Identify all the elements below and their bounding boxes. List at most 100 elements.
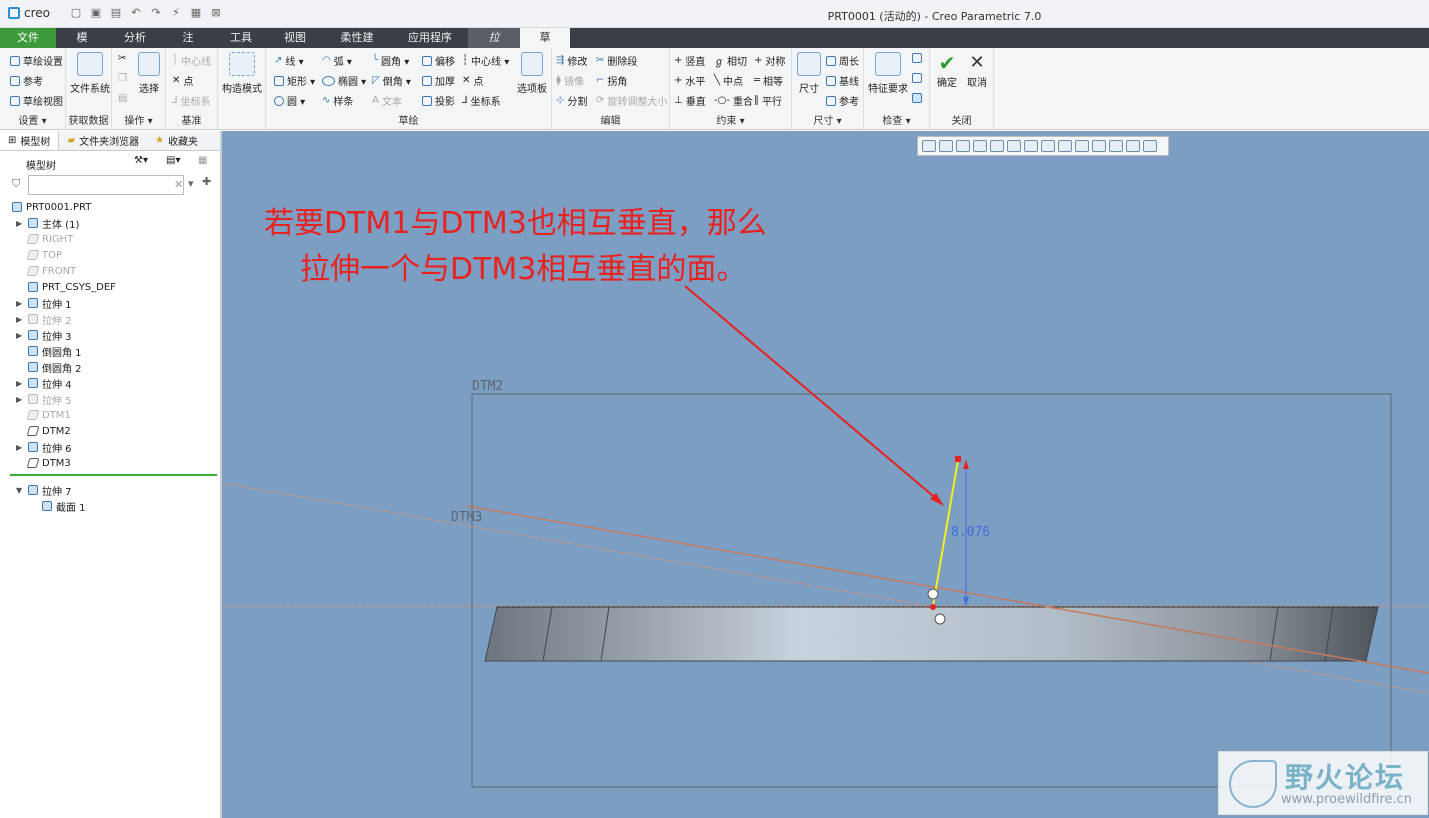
sketch-view-button[interactable]: 草绘视图 (10, 93, 63, 108)
zoom-out-icon[interactable] (956, 140, 970, 152)
parallel-button[interactable]: ∥ 平行 (754, 93, 782, 108)
construction-mode-button[interactable]: 构造模式 (220, 52, 264, 95)
tree-settings-icon[interactable]: ⚒▾ (134, 155, 148, 166)
startpoint-marker[interactable] (930, 604, 936, 610)
tree-item[interactable]: DTM1 (16, 408, 71, 422)
sketch-csys-button[interactable]: ⅃ 坐标系 (462, 93, 501, 108)
palette-button[interactable]: 选项板 (514, 52, 550, 95)
perimeter-button[interactable]: 周长 (826, 53, 859, 68)
offset-button[interactable]: 偏移 (422, 53, 455, 68)
corner-button[interactable]: ⌐ 拐角 (596, 73, 627, 88)
sketch-setup-button[interactable]: 草绘设置 (10, 53, 63, 68)
expand-arrow-icon[interactable]: ▶ (16, 379, 24, 388)
tree-item[interactable]: PRT_CSYS_DEF (16, 280, 116, 294)
extruded-body[interactable] (484, 606, 1379, 662)
tangent-button[interactable]: ℊ 相切 (714, 53, 747, 68)
tab-analysis[interactable]: 分析 (108, 28, 162, 48)
baseline-button[interactable]: 基线 (826, 73, 859, 88)
chamfer-button[interactable]: ◸ 倒角 ▾ (372, 73, 411, 88)
tab-tools[interactable]: 工具 (214, 28, 268, 48)
tab-folder-browser[interactable]: ▰ 文件夹浏览器 (59, 131, 147, 150)
constraint-symbol-icon[interactable] (927, 588, 939, 600)
spin-center-icon[interactable] (1058, 140, 1072, 152)
datum-display-icon[interactable] (1041, 140, 1055, 152)
coincident-button[interactable]: -○- 重合 (714, 93, 753, 108)
tab-flexible-modeling[interactable]: 柔性建模 (322, 28, 392, 64)
group-label-constrain[interactable]: 约束 ▾ (670, 112, 791, 127)
tab-favorites[interactable]: ★ 收藏夹 (147, 131, 206, 150)
tree-item[interactable]: DTM2 (16, 424, 71, 438)
tree-item[interactable]: 倒圆角 1 (16, 344, 82, 359)
display-style-icon[interactable] (990, 140, 1004, 152)
dimension-display-icon[interactable] (1126, 140, 1140, 152)
group-label-inspect[interactable]: 检查 ▾ (864, 112, 929, 127)
thicken-button[interactable]: 加厚 (422, 73, 455, 88)
tree-item[interactable]: ▶ 拉伸 5 (16, 392, 72, 407)
arc-button[interactable]: ◠ 弧 ▾ (322, 53, 352, 68)
dtm2-label[interactable]: DTM2 (472, 379, 503, 394)
tab-view[interactable]: 视图 (268, 28, 322, 48)
overlapping-geometry-icon[interactable] (912, 53, 922, 63)
expand-arrow-icon[interactable]: ▶ (16, 331, 24, 340)
expand-arrow-icon[interactable]: ▼ (16, 486, 24, 495)
references-button[interactable]: 参考 (10, 73, 43, 88)
tab-annotate[interactable]: 注释 (162, 28, 214, 64)
shade-closed-loops-icon[interactable] (912, 93, 922, 103)
divide-button[interactable]: ⊹ 分割 (556, 93, 587, 108)
expand-arrow-icon[interactable]: ▶ (16, 299, 24, 308)
expand-arrow-icon[interactable]: ▶ (16, 395, 24, 404)
tab-sketch[interactable]: 草绘 (520, 28, 570, 64)
tree-item[interactable]: FRONT (16, 264, 76, 278)
view-manager-icon[interactable] (1024, 140, 1038, 152)
repaint-icon[interactable] (973, 140, 987, 152)
group-label-setup[interactable]: 设置 ▾ (0, 112, 65, 127)
cut-icon[interactable]: ✂ (118, 53, 126, 64)
tree-item[interactable]: ▶ 拉伸 3 (16, 328, 72, 343)
file-system-button[interactable]: 文件系统 (70, 52, 110, 95)
datum-csys-button[interactable]: ⅃ 坐标系 (172, 93, 211, 108)
tree-item[interactable]: ▶ 拉伸 4 (16, 376, 72, 391)
dtm3-label[interactable]: DTM3 (451, 510, 482, 525)
reference-dim-button[interactable]: 参考 (826, 93, 859, 108)
tab-file[interactable]: 文件 (0, 28, 56, 48)
project-button[interactable]: 投影 (422, 93, 455, 108)
tree-columns-icon[interactable]: ▦ (198, 155, 207, 166)
rotate-resize-button[interactable]: ⟳ 旋转调整大小 (596, 93, 667, 108)
sketcher-display-icon[interactable] (1109, 140, 1123, 152)
datum-centerline-button[interactable]: ┆ 中心线 (172, 53, 211, 68)
insert-indicator[interactable] (10, 474, 217, 476)
group-label-operations[interactable]: 操作 ▾ (112, 112, 165, 127)
tree-item[interactable]: RIGHT (16, 232, 73, 246)
active-tree-item[interactable]: ▼ 拉伸 7 (16, 483, 72, 498)
expand-arrow-icon[interactable]: ▶ (16, 315, 24, 324)
tree-item[interactable]: ▶ 主体 (1) (16, 216, 79, 231)
tab-model[interactable]: 模型 (56, 28, 108, 64)
sketch-centerline-button[interactable]: ┆ 中心线 ▾ (462, 53, 509, 68)
dimension-value[interactable]: 8.076 (951, 525, 990, 540)
tree-item[interactable]: PRT0001.PRT (12, 200, 91, 214)
midpoint-button[interactable]: ╲ 中点 (714, 73, 743, 88)
tree-show-icon[interactable]: ▤▾ (166, 155, 180, 166)
add-filter-icon[interactable]: ✚ (202, 175, 211, 188)
rectangle-button[interactable]: 矩形 ▾ (274, 73, 315, 88)
text-button[interactable]: A 文本 (372, 93, 402, 108)
fillet-button[interactable]: ╰ 圆角 ▾ (372, 53, 409, 68)
tree-item[interactable]: TOP (16, 248, 62, 262)
equal-button[interactable]: ═ 相等 (754, 73, 783, 88)
ellipse-button[interactable]: 椭圆 ▾ (322, 73, 366, 88)
tree-item[interactable]: ▶ 拉伸 1 (16, 296, 72, 311)
refit-icon[interactable] (922, 140, 936, 152)
filter-icon[interactable]: ⛉ (12, 177, 20, 191)
modify-button[interactable]: ⇶ 修改 (556, 53, 587, 68)
feature-requirements-button[interactable]: 特征要求 (866, 52, 910, 95)
symmetric-button[interactable]: + 对称 (754, 53, 785, 68)
endpoint-marker[interactable] (955, 456, 961, 462)
perpendicular-button[interactable]: ⊥ 垂直 (674, 93, 706, 108)
spline-button[interactable]: ∿ 样条 (322, 93, 353, 108)
zoom-in-icon[interactable] (939, 140, 953, 152)
tree-search-input[interactable] (28, 175, 184, 195)
clear-search-icon[interactable]: ✕ (174, 178, 183, 191)
tree-item[interactable]: 倒圆角 2 (16, 360, 82, 375)
group-label-dimension[interactable]: 尺寸 ▾ (792, 112, 863, 127)
tree-item[interactable]: ▶ 拉伸 2 (16, 312, 72, 327)
